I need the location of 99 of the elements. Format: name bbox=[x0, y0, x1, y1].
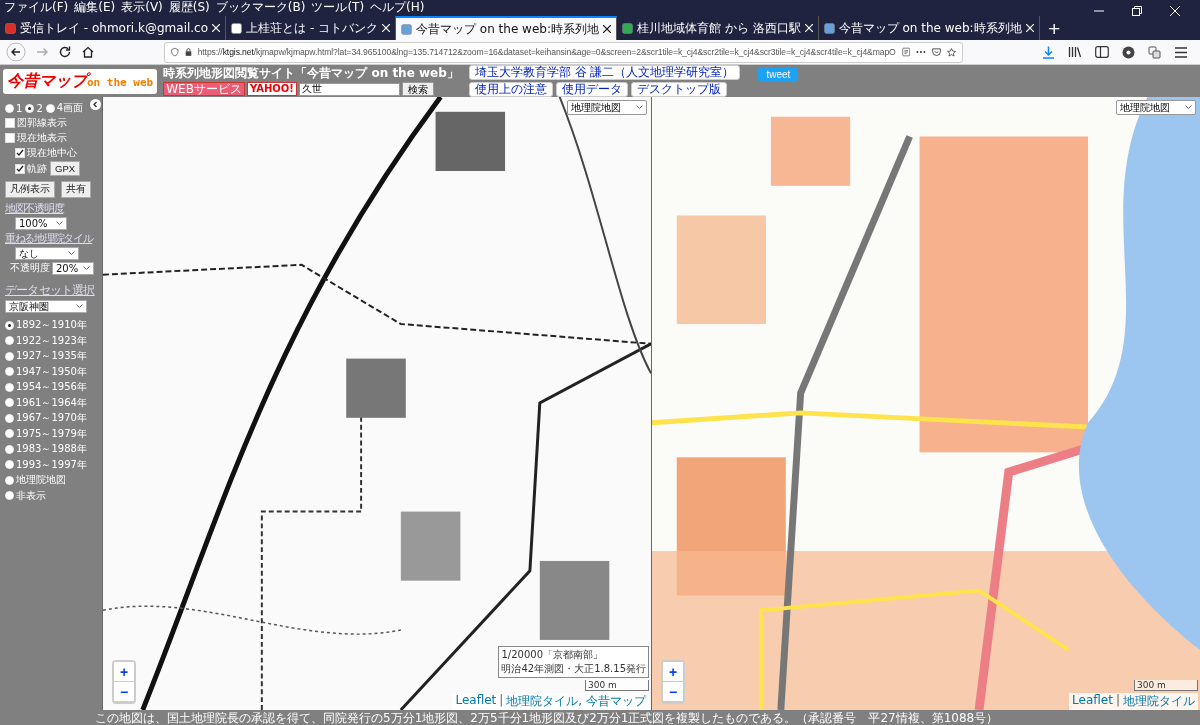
shield-icon[interactable] bbox=[171, 46, 179, 58]
chevron-down-icon bbox=[636, 105, 643, 110]
close-icon[interactable] bbox=[603, 25, 611, 33]
scale-bar: 300 m bbox=[1134, 680, 1198, 691]
chevron-down-icon bbox=[83, 265, 90, 271]
period-radio[interactable]: 地理院地図 bbox=[5, 473, 102, 487]
address-bar[interactable]: https://ktgis.net/kjmapw/kjmapw.html?lat=34.965100&lng=135.714712&zoom=16&dataset=keihansin&age=0&screen=2&scr1tile=k_cj4&scr2tile=k_cj4&scr3tile=k_cj4&scr4tile=k_cj4&mapO bbox=[164, 41, 963, 63]
restore-icon[interactable] bbox=[1132, 5, 1142, 16]
map-layer-select[interactable]: 地理院地図 bbox=[1116, 100, 1196, 115]
menu-item[interactable]: 表示(V) bbox=[121, 0, 163, 16]
option-checkbox[interactable]: 現在地中心 bbox=[15, 146, 77, 160]
dataset-select[interactable]: 京阪神圏 bbox=[5, 300, 87, 313]
map-layer-select[interactable]: 地理院地図 bbox=[567, 100, 647, 115]
overlay-select[interactable]: なし bbox=[15, 247, 79, 260]
lock-icon[interactable] bbox=[184, 46, 192, 58]
extension-icon[interactable] bbox=[1148, 45, 1161, 59]
reader-view-icon[interactable] bbox=[901, 46, 911, 58]
search-field[interactable]: 久世 bbox=[298, 82, 400, 96]
separator: | bbox=[499, 693, 504, 709]
overlay-label: 重ねる地理院タイル bbox=[5, 231, 94, 246]
opacity-select[interactable]: 100% bbox=[15, 217, 67, 230]
home-icon[interactable] bbox=[81, 45, 95, 59]
period-radio[interactable]: 非表示 bbox=[5, 488, 102, 503]
chevron-down-icon bbox=[1185, 105, 1192, 110]
back-icon[interactable] bbox=[6, 42, 26, 62]
yahoo-badge: YAHOO! bbox=[246, 82, 297, 96]
service-badge: WEBサービス bbox=[163, 82, 245, 96]
site-title: 時系列地形図閲覧サイト「今昔マップ on the web」 bbox=[163, 66, 459, 80]
screen-radio[interactable]: 2 bbox=[25, 102, 43, 114]
overlay-opacity-label: 不透明度 bbox=[10, 261, 50, 275]
library-icon[interactable] bbox=[1068, 46, 1082, 58]
map-info-text: 明治42年測図・大正1.8.15発行 bbox=[501, 662, 646, 676]
tab-title: 今昔マップ on the web:時系列地 bbox=[416, 20, 599, 38]
attribution-link[interactable]: 地理院タイル bbox=[1123, 693, 1195, 710]
attribution-link[interactable]: Leaflet bbox=[1072, 693, 1113, 710]
author-link[interactable]: 埼玉大学教育学部 谷 謙二（人文地理学研究室） bbox=[468, 65, 741, 80]
tab-title: 上桂荘とは - コトバンク bbox=[246, 19, 379, 37]
menu-item[interactable]: ツール(T) bbox=[311, 0, 365, 16]
menu-item[interactable]: ブックマーク(B) bbox=[215, 0, 306, 16]
period-radio[interactable]: 1927～1935年 bbox=[5, 349, 102, 363]
attribution-link[interactable]: Leaflet bbox=[455, 693, 497, 710]
more-icon[interactable] bbox=[916, 50, 926, 54]
attribution-link[interactable]: 地理院タイル, 今昔マップ bbox=[506, 693, 646, 710]
tab-title: 桂川地域体育館 から 洛西口駅 bbox=[637, 19, 801, 37]
period-radio[interactable]: 1983～1988年 bbox=[5, 442, 102, 456]
star-icon[interactable] bbox=[946, 45, 956, 59]
zoom-button[interactable]: + bbox=[663, 662, 683, 682]
period-radio[interactable]: 1892～1910年 bbox=[5, 318, 102, 332]
header-link[interactable]: 使用上の注意 bbox=[468, 82, 553, 97]
menu-item[interactable]: ファイル(F) bbox=[4, 0, 69, 16]
sidebar-icon[interactable] bbox=[1095, 46, 1109, 58]
disc-icon[interactable] bbox=[1122, 45, 1135, 59]
dataset-label: データセット選択 bbox=[5, 282, 96, 299]
menu-icon[interactable] bbox=[1174, 46, 1188, 58]
period-radio[interactable]: 1967～1970年 bbox=[5, 411, 102, 425]
chevron-down-icon bbox=[68, 251, 75, 256]
copyright-notice: この地図は、国土地理院長の承認を得て、同院発行の5万分1地形図、2万5千分1地形図及び2万分1正式図を複製したものである。（承認番号 平27情複、第1088号） bbox=[95, 710, 999, 725]
download-icon[interactable] bbox=[1042, 45, 1055, 59]
option-checkbox[interactable]: 現在地表示 bbox=[5, 131, 102, 145]
new-tab-button[interactable]: + bbox=[1039, 18, 1069, 38]
tab-favicon-icon bbox=[622, 22, 633, 34]
opacity-label: 地図不透明度 bbox=[5, 201, 65, 216]
collapse-icon[interactable] bbox=[90, 99, 101, 110]
header-link[interactable]: 使用データ bbox=[555, 82, 628, 97]
search-button[interactable]: 検索 bbox=[401, 82, 434, 96]
browser-tab[interactable]: 今昔マップ on the web:時系列地 bbox=[396, 16, 617, 40]
option-checkbox[interactable]: 図郭線表示 bbox=[5, 116, 102, 130]
option-checkbox[interactable]: 軌跡 bbox=[15, 161, 47, 176]
chevron-down-icon bbox=[76, 304, 83, 309]
sidebar-button[interactable]: 共有 bbox=[61, 181, 91, 198]
menu-item[interactable]: 編集(E) bbox=[74, 0, 116, 16]
header-link[interactable]: デスクトップ版 bbox=[630, 82, 727, 97]
tab-favicon-icon bbox=[823, 22, 835, 34]
overlay-opacity-select[interactable]: 20% bbox=[52, 261, 94, 275]
gpx-button[interactable]: GPX bbox=[50, 161, 81, 176]
period-radio[interactable]: 1954～1956年 bbox=[5, 380, 102, 394]
period-radio[interactable]: 1961～1964年 bbox=[5, 395, 102, 410]
site-logo[interactable]: 今昔マップon the web bbox=[3, 68, 158, 94]
screen-radio[interactable]: 1 bbox=[5, 102, 23, 114]
period-radio[interactable]: 1993～1997年 bbox=[5, 457, 102, 472]
tab-favicon-icon bbox=[401, 23, 413, 35]
tab-favicon-icon bbox=[5, 22, 16, 34]
period-radio[interactable]: 1922～1923年 bbox=[5, 333, 102, 348]
pocket-icon[interactable] bbox=[931, 46, 941, 58]
period-radio[interactable]: 1947～1950年 bbox=[5, 364, 102, 379]
period-radio[interactable]: 1975～1979年 bbox=[5, 426, 102, 441]
tab-title: 受信トレイ - ohmori.k@gmail.co bbox=[20, 19, 209, 37]
chevron-down-icon bbox=[56, 221, 63, 226]
tab-favicon-icon bbox=[231, 22, 243, 34]
map-info-text: 1/20000「京都南部」 bbox=[501, 648, 604, 662]
separator: | bbox=[1115, 693, 1120, 709]
tab-title: 今昔マップ on the web:時系列地 bbox=[838, 19, 1022, 37]
reload-icon[interactable] bbox=[58, 45, 72, 59]
scale-bar: 300 m bbox=[585, 680, 649, 691]
zoom-button[interactable]: + bbox=[114, 662, 134, 682]
screen-radio[interactable]: 4画面 bbox=[45, 101, 84, 115]
menu-item[interactable]: 履歴(S) bbox=[168, 0, 210, 16]
menu-item[interactable]: ヘルプ(H) bbox=[370, 0, 425, 16]
sidebar-button[interactable]: 凡例表示 bbox=[5, 181, 55, 198]
